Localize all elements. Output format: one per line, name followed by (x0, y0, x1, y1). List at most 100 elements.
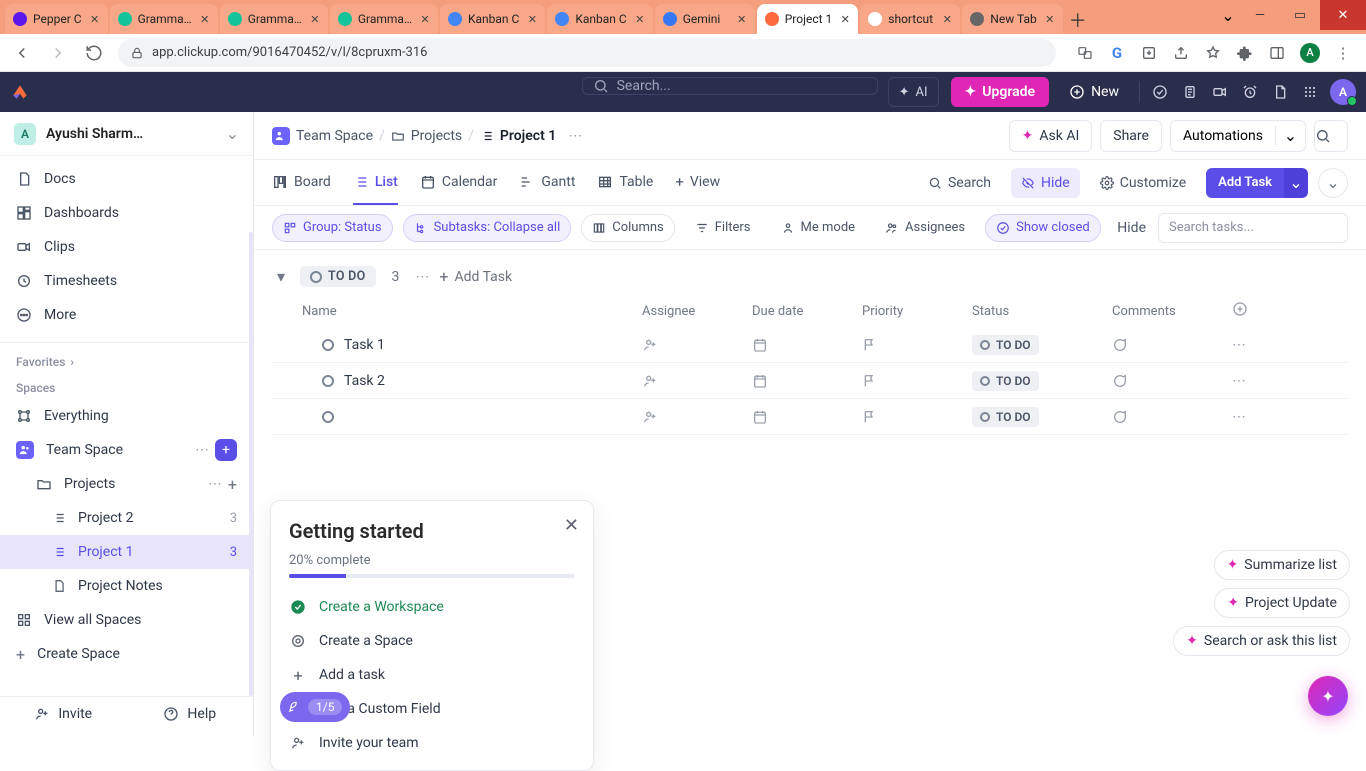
check-circle-icon[interactable] (1150, 82, 1170, 102)
filters-pill[interactable]: Filters (685, 214, 761, 242)
workspace-switcher[interactable]: A Ayushi Sharm… ⌄ (0, 112, 253, 156)
add-task-dropdown[interactable]: ⌄ (1284, 168, 1308, 198)
comments-cell[interactable] (1112, 373, 1232, 389)
automations-button[interactable]: Automations ⌄ (1170, 120, 1306, 152)
onboarding-step[interactable]: Create a Workspace (289, 590, 575, 624)
nav-forward-button[interactable] (44, 39, 72, 67)
sidebar-list-project-notes[interactable]: Project Notes (0, 569, 253, 603)
priority-cell[interactable] (862, 409, 972, 425)
columns-pill[interactable]: Columns (581, 214, 675, 242)
add-to-folder-button[interactable]: + (228, 475, 237, 494)
sidebar-invite[interactable]: Invite (0, 697, 127, 731)
onboarding-step[interactable]: Create a Space (289, 624, 575, 658)
browser-tab[interactable]: Gramma… ✕ (110, 4, 218, 34)
list-more-icon[interactable]: ⋯ (568, 128, 582, 144)
ask-list-button[interactable]: ✦Search or ask this list (1173, 626, 1350, 656)
favorites-header[interactable]: Favorites › (0, 347, 253, 373)
chevron-down-icon[interactable]: ⌄ (1275, 126, 1305, 145)
nav-reload-button[interactable] (80, 39, 108, 67)
google-icon[interactable]: G (1108, 44, 1126, 62)
tab-table[interactable]: Table (597, 160, 653, 205)
browser-menu-icon[interactable]: ⋮ (1334, 44, 1352, 62)
close-icon[interactable]: ✕ (735, 12, 749, 26)
group-pill[interactable]: Group: Status (272, 214, 393, 242)
table-row[interactable]: Task 2 TO DO ⋯ (272, 363, 1348, 399)
status-chip-todo[interactable]: TO DO (300, 266, 376, 287)
browser-tab[interactable]: shortcut ✕ (860, 4, 960, 34)
show-closed-pill[interactable]: Show closed (985, 214, 1101, 242)
assignees-pill[interactable]: Assignees (875, 214, 975, 242)
customize-button[interactable]: Customize (1090, 168, 1196, 198)
new-tab-button[interactable]: ＋ (1064, 6, 1092, 34)
comments-cell[interactable] (1112, 409, 1232, 425)
tab-board[interactable]: Board (272, 160, 331, 205)
window-close[interactable]: ✕ (1320, 0, 1366, 30)
collapse-panel-button[interactable]: ⌄ (1318, 168, 1348, 198)
sidebar-help[interactable]: Help (127, 697, 254, 731)
crumb-list[interactable]: Project 1 (500, 128, 556, 144)
status-dot-icon[interactable] (322, 339, 334, 351)
tab-overflow-button[interactable]: ⌄ (1216, 0, 1240, 30)
browser-tab[interactable]: New Tab ✕ (962, 4, 1062, 34)
project-update-button[interactable]: ✦Project Update (1214, 588, 1350, 618)
assignee-cell[interactable] (642, 409, 752, 425)
table-row[interactable]: Task 1 TO DO ⋯ (272, 327, 1348, 363)
search-view-button[interactable]: Search (918, 168, 1001, 198)
close-icon[interactable]: ✕ (838, 12, 852, 26)
video-icon[interactable] (1210, 82, 1230, 102)
notepad-icon[interactable] (1180, 82, 1200, 102)
status-cell[interactable]: TO DO (972, 371, 1112, 391)
more-icon[interactable]: ⋯ (195, 442, 209, 458)
status-cell[interactable]: TO DO (972, 335, 1112, 355)
browser-tab[interactable]: Gramma… ✕ (220, 4, 328, 34)
browser-tab[interactable]: Kanban C ✕ (547, 4, 652, 34)
sidebar-folder-projects[interactable]: Projects ⋯+ (0, 467, 253, 501)
nav-back-button[interactable] (8, 39, 36, 67)
status-cell[interactable]: TO DO (972, 407, 1112, 427)
sidebar-item-dashboards[interactable]: Dashboards (0, 196, 253, 230)
browser-tab[interactable]: Gemini ✕ (655, 4, 755, 34)
address-bar[interactable]: app.clickup.com/9016470452/v/l/8cpruxm-3… (118, 39, 1056, 67)
add-column-button[interactable] (1232, 301, 1292, 321)
close-icon[interactable]: ✕ (308, 12, 322, 26)
status-group-header[interactable]: ▾ TO DO 3 ⋯ +Add Task (272, 266, 1348, 287)
sidebar-list-project-1[interactable]: Project 1 3 (0, 535, 253, 569)
browser-tab[interactable]: Project 1 ✕ (757, 4, 859, 34)
sidebar-item-everything[interactable]: Everything (0, 399, 253, 433)
hide-view-button[interactable]: Hide (1011, 168, 1080, 198)
browser-profile-avatar[interactable]: A (1300, 43, 1320, 63)
sidebar-resize-handle[interactable] (249, 232, 253, 696)
due-date-cell[interactable] (752, 337, 862, 353)
share-button[interactable]: Share (1100, 120, 1162, 152)
ai-button[interactable]: ✦AI (888, 77, 939, 107)
sidebar-item-more[interactable]: More (0, 298, 253, 332)
table-row[interactable]: TO DO ⋯ (272, 399, 1348, 435)
onboarding-step[interactable]: +Add a task (289, 658, 575, 692)
ask-ai-button[interactable]: ✦Ask AI (1009, 120, 1093, 152)
close-icon[interactable]: ✕ (633, 12, 647, 26)
user-avatar[interactable]: A (1330, 79, 1356, 105)
window-maximize[interactable]: ▭ (1280, 0, 1320, 30)
share-icon[interactable] (1172, 44, 1190, 62)
browser-tab[interactable]: Gramma… ✕ (330, 4, 438, 34)
priority-cell[interactable] (862, 337, 972, 353)
sidebar-item-team-space[interactable]: Team Space ⋯+ (0, 433, 253, 467)
crumb-folder[interactable]: Projects (411, 128, 462, 144)
crumb-team[interactable]: Team Space (296, 128, 373, 144)
summarize-list-button[interactable]: ✦Summarize list (1214, 550, 1350, 580)
row-more-icon[interactable]: ⋯ (1232, 409, 1292, 425)
priority-cell[interactable] (862, 373, 972, 389)
bookmark-icon[interactable] (1204, 44, 1222, 62)
comments-cell[interactable] (1112, 337, 1232, 353)
onboarding-step[interactable]: Invite your team (289, 726, 575, 760)
sidebar-view-all-spaces[interactable]: View all Spaces (0, 603, 253, 637)
add-task-button[interactable]: Add Task (1206, 168, 1284, 198)
col-name[interactable]: Name (302, 304, 642, 319)
status-dot-icon[interactable] (322, 411, 334, 423)
add-to-space-button[interactable]: + (215, 439, 237, 461)
status-dot-icon[interactable] (322, 375, 334, 387)
browser-tab[interactable]: Kanban C ✕ (440, 4, 545, 34)
reminder-icon[interactable] (1240, 82, 1260, 102)
assignee-cell[interactable] (642, 373, 752, 389)
sidebar-item-clips[interactable]: Clips (0, 230, 253, 264)
